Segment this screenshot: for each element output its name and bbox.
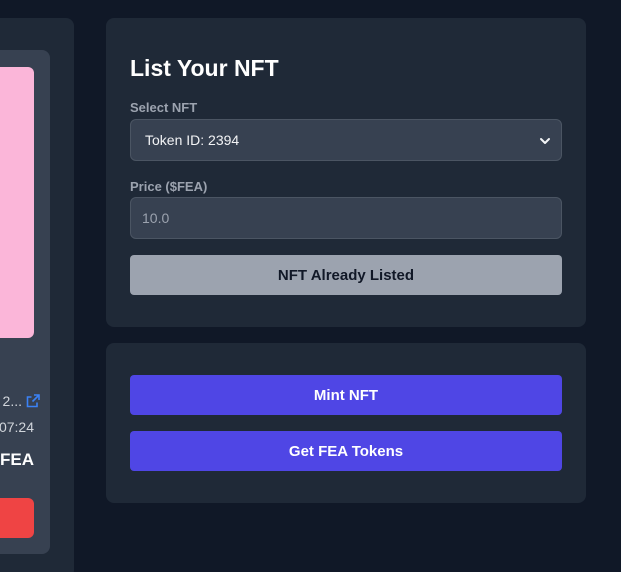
listing-time: 07:24 — [0, 419, 34, 435]
panel-title: List Your NFT — [130, 55, 279, 81]
page: 2... 07:24 $FEA List Your NFT Select NFT… — [0, 0, 621, 572]
nft-already-listed-button[interactable]: NFT Already Listed — [130, 255, 562, 295]
price-label: Price ($FEA) — [130, 179, 208, 194]
get-fea-tokens-button[interactable]: Get FEA Tokens — [130, 431, 562, 471]
nft-price: $FEA — [0, 450, 34, 469]
actions-panel: Mint NFT Get FEA Tokens — [106, 343, 586, 503]
price-placeholder: 10.0 — [142, 210, 170, 226]
mint-nft-button[interactable]: Mint NFT — [130, 375, 562, 415]
owner-row: 2... — [0, 391, 40, 411]
list-nft-panel: List Your NFT Select NFT Token ID: 2394 … — [106, 18, 586, 327]
chevron-down-icon — [539, 134, 551, 146]
card-action-button[interactable] — [0, 498, 34, 538]
owner-address: 2... — [2, 393, 22, 409]
select-nft-label: Select NFT — [130, 100, 198, 115]
price-input[interactable]: 10.0 — [130, 197, 562, 239]
external-link-icon[interactable] — [26, 394, 40, 408]
select-nft-value: Token ID: 2394 — [145, 132, 240, 148]
nft-image — [0, 67, 34, 338]
select-nft-dropdown[interactable]: Token ID: 2394 — [130, 119, 562, 161]
